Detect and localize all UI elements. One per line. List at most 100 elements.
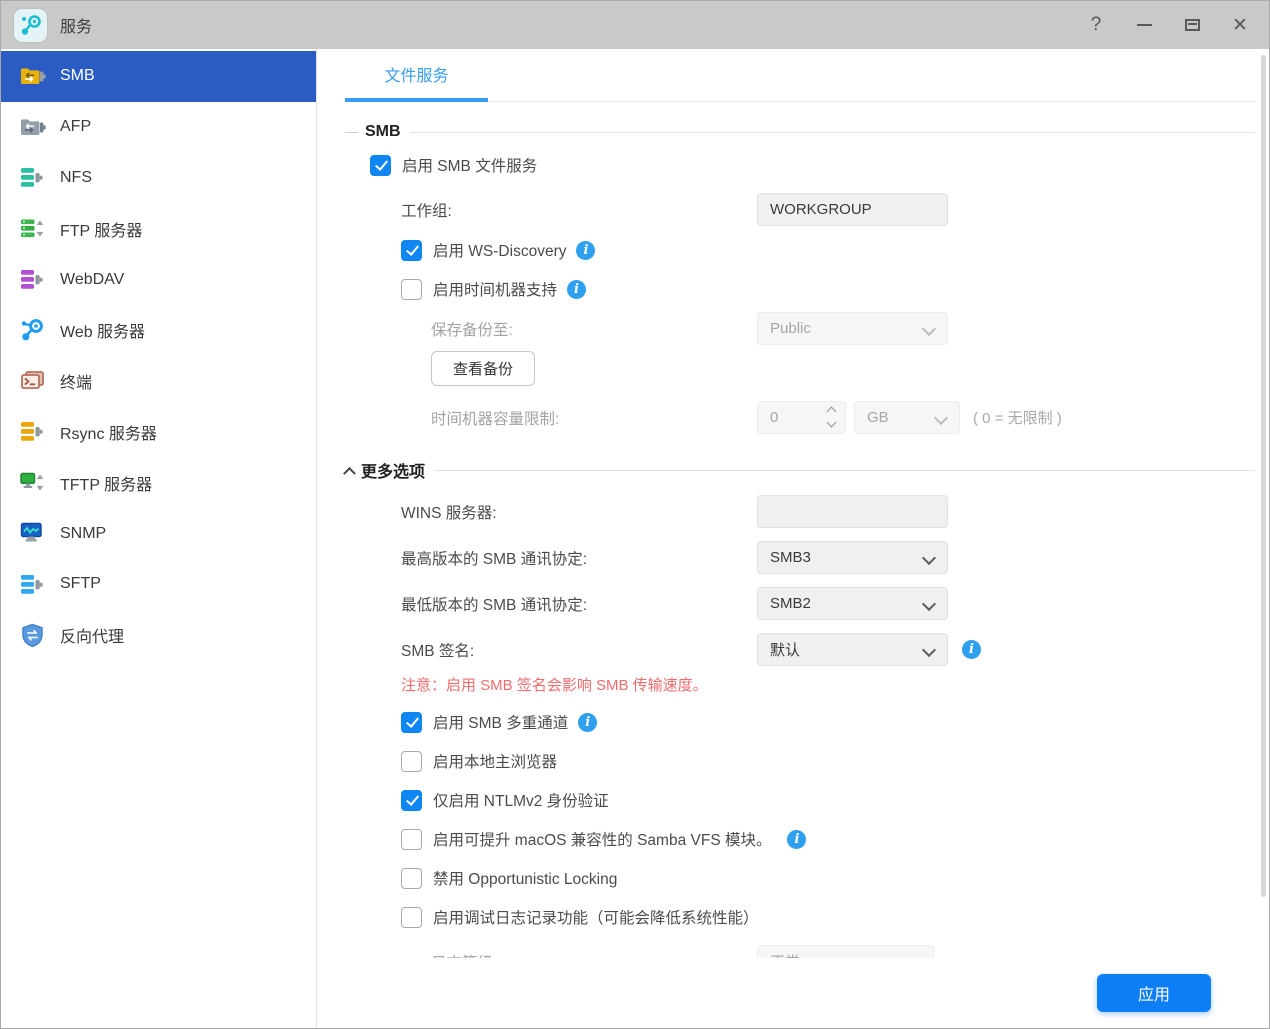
wins-input[interactable] — [757, 495, 948, 528]
settings-content: 文件服务 SMB 启用 SMB 文件服务 工作组: WORKGROUP 启用 W… — [345, 49, 1255, 958]
max-protocol-row: 最高版本的 SMB 通讯协定: SMB3 — [345, 541, 1255, 574]
smb-signing-label: SMB 签名: — [345, 639, 757, 661]
webdav-stack-plug-icon — [19, 266, 46, 293]
sidebar-item-tftp-server[interactable]: TFTP 服务器 — [1, 457, 316, 508]
sidebar-item-rsync-server[interactable]: Rsync 服务器 — [1, 407, 316, 458]
backup-target-label: 保存备份至: — [345, 318, 757, 340]
sidebar-item-label: AFP — [60, 118, 91, 136]
more-options-legend[interactable]: 更多选项 — [345, 458, 1255, 482]
info-icon[interactable] — [787, 830, 806, 849]
log-level-select[interactable]: 正常 — [757, 945, 934, 958]
info-icon[interactable] — [962, 640, 981, 659]
backup-target-row: 保存备份至: Public — [345, 312, 1255, 345]
max-protocol-label: 最高版本的 SMB 通讯协定: — [345, 547, 757, 569]
rsync-stack-plug-icon — [19, 418, 46, 445]
scrollbar[interactable] — [1261, 55, 1266, 897]
macos-vfs-row: 启用可提升 macOS 兼容性的 Samba VFS 模块。 — [345, 828, 1255, 850]
snmp-monitor-icon — [19, 520, 46, 547]
tm-limit-unit: GB — [867, 409, 889, 426]
maximize-icon[interactable] — [1181, 12, 1203, 38]
workgroup-label: 工作组: — [345, 199, 757, 221]
smb-section-title: SMB — [365, 123, 401, 141]
debug-log-checkbox[interactable] — [401, 907, 422, 928]
chevron-down-icon — [934, 411, 948, 425]
workgroup-input[interactable]: WORKGROUP — [757, 193, 948, 226]
minimize-icon[interactable] — [1133, 12, 1155, 38]
chevron-down-icon — [922, 597, 936, 611]
tm-limit-unit-select[interactable]: GB — [854, 401, 960, 434]
more-options-title: 更多选项 — [361, 458, 425, 482]
nfs-stack-plug-icon — [19, 164, 46, 191]
collapse-chevron-icon[interactable] — [343, 466, 356, 479]
sidebar-item-label: TFTP 服务器 — [60, 471, 152, 495]
sidebar-item-sftp[interactable]: SFTP — [1, 559, 316, 610]
info-icon[interactable] — [576, 241, 595, 260]
max-protocol-select[interactable]: SMB3 — [757, 541, 948, 574]
web-server-icon — [19, 317, 46, 344]
window-title: 服务 — [60, 13, 92, 37]
sidebar-item-label: SMB — [60, 67, 95, 85]
multichannel-checkbox[interactable] — [401, 712, 422, 733]
macos-vfs-checkbox[interactable] — [401, 829, 422, 850]
enable-smb-row: 启用 SMB 文件服务 — [370, 154, 1255, 176]
ntlmv2-label: 仅启用 NTLMv2 身份验证 — [433, 789, 609, 811]
help-icon[interactable]: ? — [1085, 12, 1107, 38]
enable-smb-label: 启用 SMB 文件服务 — [402, 154, 537, 176]
min-protocol-row: 最低版本的 SMB 通讯协定: SMB2 — [345, 587, 1255, 620]
max-protocol-value: SMB3 — [770, 549, 811, 566]
sidebar-item-label: Rsync 服务器 — [60, 420, 157, 444]
min-protocol-value: SMB2 — [770, 595, 811, 612]
smb-signing-value: 默认 — [770, 639, 800, 660]
smb-folder-plug-icon — [19, 63, 46, 90]
spinner-arrows-icon[interactable] — [828, 408, 835, 426]
legend-line — [345, 132, 358, 133]
sidebar-item-webdav[interactable]: WebDAV — [1, 254, 316, 305]
time-machine-label: 启用时间机器支持 — [433, 278, 557, 300]
min-protocol-select[interactable]: SMB2 — [757, 587, 948, 620]
local-master-browser-checkbox[interactable] — [401, 751, 422, 772]
ntlmv2-row: 仅启用 NTLMv2 身份验证 — [345, 789, 1255, 811]
legend-line — [434, 470, 1255, 471]
sidebar-item-smb[interactable]: SMB — [1, 51, 316, 102]
molecule-glyph — [19, 13, 43, 37]
info-icon[interactable] — [567, 280, 586, 299]
sidebar-item-reverse-proxy[interactable]: 反向代理 — [1, 610, 316, 661]
sidebar-item-web-server[interactable]: Web 服务器 — [1, 305, 316, 356]
apply-button[interactable]: 应用 — [1097, 974, 1211, 1012]
sidebar-item-label: SNMP — [60, 525, 106, 543]
log-level-row: 日志等级 正常 — [345, 945, 1255, 958]
smb-section-legend: SMB — [345, 123, 1255, 141]
sidebar-item-label: FTP 服务器 — [60, 217, 142, 241]
info-icon[interactable] — [578, 713, 597, 732]
services-app-icon — [14, 9, 47, 42]
sidebar-item-nfs[interactable]: NFS — [1, 153, 316, 204]
services-sidebar: SMB AFP NFS — [1, 49, 317, 1028]
tm-limit-spinner[interactable]: 0 — [757, 401, 846, 434]
oplock-checkbox[interactable] — [401, 868, 422, 889]
sidebar-item-snmp[interactable]: SNMP — [1, 508, 316, 559]
wins-label: WINS 服务器: — [345, 501, 757, 523]
sidebar-item-ftp-server[interactable]: FTP 服务器 — [1, 203, 316, 254]
enable-smb-checkbox[interactable] — [370, 155, 391, 176]
backup-target-value: Public — [770, 320, 811, 337]
ntlmv2-checkbox[interactable] — [401, 790, 422, 811]
time-machine-row: 启用时间机器支持 — [345, 278, 1255, 300]
ws-discovery-checkbox[interactable] — [401, 240, 422, 261]
tab-file-service[interactable]: 文件服务 — [345, 62, 488, 102]
log-level-row-clipped: 日志等级 正常 — [345, 945, 1255, 958]
view-backup-button[interactable]: 查看备份 — [431, 351, 535, 386]
local-master-browser-row: 启用本地主浏览器 — [345, 750, 1255, 772]
oplock-label: 禁用 Opportunistic Locking — [433, 867, 617, 889]
close-icon[interactable]: ✕ — [1229, 12, 1251, 38]
sidebar-item-afp[interactable]: AFP — [1, 102, 316, 153]
min-protocol-label: 最低版本的 SMB 通讯协定: — [345, 593, 757, 615]
chevron-down-icon — [908, 955, 922, 958]
sidebar-item-terminal[interactable]: 终端 — [1, 356, 316, 407]
backup-target-select[interactable]: Public — [757, 312, 948, 345]
time-machine-checkbox[interactable] — [401, 279, 422, 300]
smb-signing-select[interactable]: 默认 — [757, 633, 948, 666]
tm-limit-hint: ( 0 = 无限制 ) — [973, 407, 1062, 428]
tm-limit-row: 时间机器容量限制: 0 GB ( 0 = 无限制 ) — [345, 401, 1255, 434]
smb-signing-row: SMB 签名: 默认 — [345, 633, 1255, 666]
sftp-stack-plug-icon — [19, 571, 46, 598]
